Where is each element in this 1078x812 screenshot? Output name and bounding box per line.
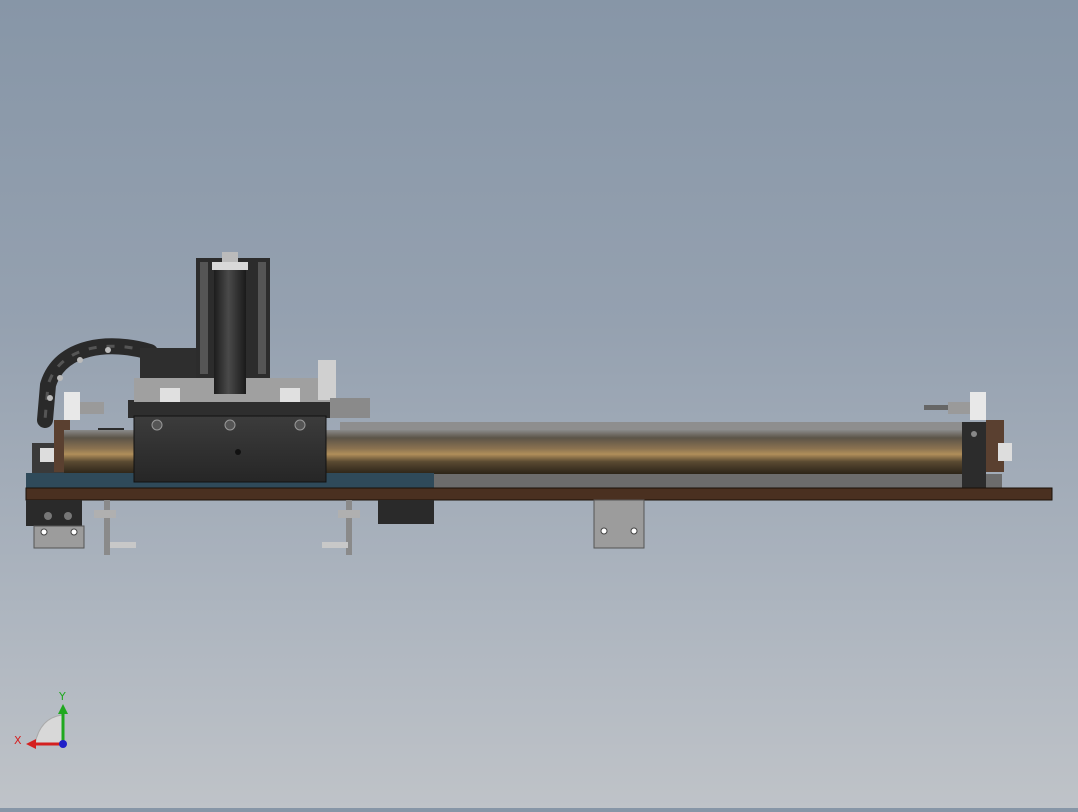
- vertical-cylinder: [196, 252, 270, 394]
- base-plate: [25, 487, 1053, 501]
- model-view[interactable]: Y X: [0, 0, 1078, 808]
- axis-triad: Y X: [14, 690, 68, 749]
- graphics-viewport[interactable]: Y X: [0, 0, 1078, 808]
- x-axis-label: X: [14, 734, 22, 747]
- mid-sensor-bracket: [322, 500, 434, 555]
- carriage-block: [128, 400, 334, 483]
- triad-plane-shape: [34, 714, 63, 745]
- y-axis-label: Y: [58, 690, 66, 703]
- z-axis-point: [59, 740, 67, 748]
- left-foot-block: [26, 500, 85, 549]
- center-mount-tab: [593, 499, 645, 549]
- left-sensor-bracket: [94, 500, 136, 555]
